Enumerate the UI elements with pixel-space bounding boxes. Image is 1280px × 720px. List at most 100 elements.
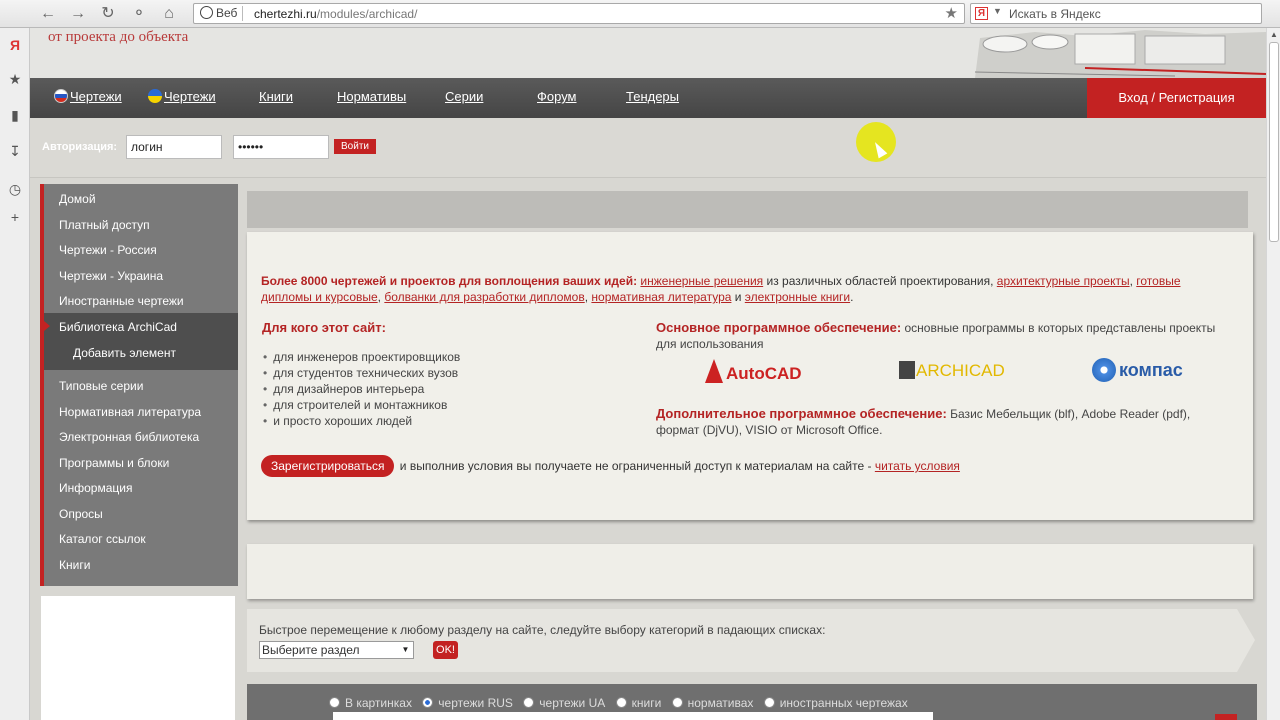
radio-icon[interactable] (329, 697, 340, 708)
extra-software-text: Дополнительное программное обеспечение: … (656, 406, 1236, 438)
archicad-logo: ARCHICAD (899, 361, 1005, 381)
kompas-label: компас (1119, 360, 1183, 380)
link-regulatory-literature[interactable]: нормативная литература (591, 290, 731, 304)
link-engineering-solutions[interactable]: инженерные решения (640, 274, 763, 288)
list-item: для инженеров проектировщиков (263, 349, 460, 365)
bookmark-star-icon[interactable]: ★ (945, 4, 958, 22)
page-scrollbar[interactable]: ▲ (1266, 28, 1280, 720)
login-input[interactable] (126, 135, 222, 159)
menu-item-standard-series[interactable]: Типовые серии (59, 379, 143, 393)
home-icon[interactable]: ⌂ (158, 3, 180, 25)
auth-bar: Авторизация: Войти (30, 118, 1266, 178)
menu-item-foreign-drawings[interactable]: Иностранные чертежи (59, 294, 184, 308)
nav-standards[interactable]: Нормативы (337, 89, 406, 104)
menu-item-books[interactable]: Книги (59, 558, 90, 572)
url-domain: chertezhi.ru (254, 7, 317, 21)
site-search-input[interactable] (333, 712, 933, 720)
back-icon[interactable]: ← (37, 3, 59, 25)
menu-item-information[interactable]: Информация (59, 481, 132, 495)
chevron-down-icon[interactable]: ▼ (399, 643, 412, 657)
section-select[interactable]: Выберите раздел ▼ (259, 641, 414, 659)
radio-icon[interactable] (523, 697, 535, 708)
yandex-sidebar-icon[interactable]: Я (6, 36, 24, 54)
quick-nav-text: Быстрое перемещение к любому разделу на … (259, 623, 826, 637)
list-item: для дизайнеров интерьера (263, 381, 460, 397)
option-label: В картинках (345, 696, 412, 710)
menu-item-add-element[interactable]: Добавить элемент (73, 346, 176, 360)
search-option[interactable]: иностранных чертежах (763, 696, 908, 710)
menu-item-paid-access[interactable]: Платный доступ (59, 218, 150, 232)
add-icon[interactable]: + (6, 208, 24, 226)
note-icon[interactable]: ▮ (6, 106, 24, 124)
intro-paragraph: Более 8000 чертежей и проектов для вопло… (261, 273, 1221, 305)
radio-icon[interactable] (763, 697, 775, 708)
forward-icon[interactable]: → (67, 3, 89, 25)
intro-bold: Более 8000 чертежей и проектов для вопло… (261, 274, 638, 288)
download-icon[interactable]: ↧ (6, 142, 24, 160)
menu-item-programs-blocks[interactable]: Программы и блоки (59, 456, 169, 470)
autocad-label: AutoCAD (726, 364, 802, 383)
intro-and: и (731, 290, 745, 304)
nav-drawings-ukraine[interactable]: Чертежи (148, 89, 216, 104)
search-option[interactable]: нормативах (671, 696, 753, 710)
password-input[interactable] (233, 135, 329, 159)
quick-nav-ok-button[interactable]: OK! (433, 641, 458, 659)
url-text[interactable]: chertezhi.ru/modules/archicad/ (254, 7, 417, 21)
menu-item-archicad-library[interactable]: Библиотека ArchiCad (59, 320, 177, 334)
empty-content-box (247, 544, 1253, 599)
menu-item-e-library[interactable]: Электронная библиотека (59, 430, 199, 444)
search-option[interactable]: чертежи UA (523, 696, 605, 710)
main-software-title: Основное программное обеспечение: (656, 320, 902, 335)
site-search-section: В картинках чертежи RUS чертежи UA книги… (247, 684, 1257, 720)
nav-tenders[interactable]: Тендеры (626, 89, 679, 104)
address-bar[interactable]: Веб chertezhi.ru/modules/archicad/ ★ (193, 3, 965, 24)
link-diploma-templates[interactable]: болванки для разработки дипломов (384, 290, 584, 304)
history-clock-icon[interactable]: ◷ (6, 180, 24, 198)
browser-sidebar: Я ★ ▮ ↧ ◷ + (0, 28, 30, 720)
radio-icon[interactable] (671, 697, 683, 708)
key-icon[interactable]: ⚬ (128, 3, 150, 25)
chevron-down-icon[interactable]: ▼ (993, 6, 1002, 16)
link-e-books[interactable]: электронные книги (745, 290, 850, 304)
read-terms-link[interactable]: читать условия (875, 459, 960, 473)
reload-icon[interactable]: ↻ (97, 3, 119, 25)
star-icon[interactable]: ★ (6, 70, 24, 88)
info-panel: Более 8000 чертежей и проектов для вопло… (247, 232, 1253, 520)
menu-item-regulatory-literature[interactable]: Нормативная литература (59, 405, 201, 419)
web-label: Веб (216, 6, 238, 20)
search-option[interactable]: чертежи RUS (422, 696, 513, 710)
register-button[interactable]: Зарегистрироваться (261, 455, 395, 477)
nav-label: Чертежи (164, 89, 216, 104)
yandex-icon[interactable]: Я (975, 7, 988, 20)
login-register-button[interactable]: Вход / Регистрация (1087, 78, 1266, 118)
option-label: чертежи UA (539, 696, 606, 710)
url-path: /modules/archicad/ (316, 7, 418, 21)
login-submit-button[interactable]: Войти (334, 139, 376, 154)
ukraine-flag-icon (148, 89, 162, 103)
menu-item-drawings-ukraine[interactable]: Чертежи - Украина (59, 269, 163, 283)
scroll-thumb[interactable] (1269, 42, 1279, 242)
nav-series[interactable]: Серии (445, 89, 483, 104)
nav-forum[interactable]: Форум (537, 89, 577, 104)
menu-item-drawings-russia[interactable]: Чертежи - Россия (59, 243, 157, 257)
radio-selected-icon[interactable] (422, 697, 434, 708)
menu-item-home[interactable]: Домой (59, 192, 96, 206)
section-select-value: Выберите раздел (262, 643, 360, 657)
main-navigation: Чертежи Чертежи Книги Нормативы Серии Фо… (30, 78, 1266, 118)
register-text: и выполнив условия вы получаете не огран… (396, 459, 875, 473)
audience-title: Для кого этот сайт: (262, 320, 386, 335)
nav-drawings-russia[interactable]: Чертежи (54, 89, 122, 104)
nav-books[interactable]: Книги (259, 89, 293, 104)
site-header: от проекта до объекта (30, 28, 1266, 78)
menu-item-link-catalog[interactable]: Каталог ссылок (59, 532, 146, 546)
scroll-up-icon[interactable]: ▲ (1267, 30, 1280, 42)
radio-icon[interactable] (615, 697, 627, 708)
site-search-button[interactable] (1215, 714, 1237, 720)
link-architectural-projects[interactable]: архитектурные проекты (997, 274, 1130, 288)
menu-item-polls[interactable]: Опросы (59, 507, 103, 521)
search-option[interactable]: книги (615, 696, 661, 710)
main-software-text: Основное программное обеспечение: основн… (656, 320, 1236, 352)
search-option[interactable]: В картинках (329, 696, 412, 710)
yandex-search-box[interactable]: Я ▼ Искать в Яндекс (970, 3, 1262, 24)
web-indicator[interactable]: Веб (200, 6, 237, 20)
